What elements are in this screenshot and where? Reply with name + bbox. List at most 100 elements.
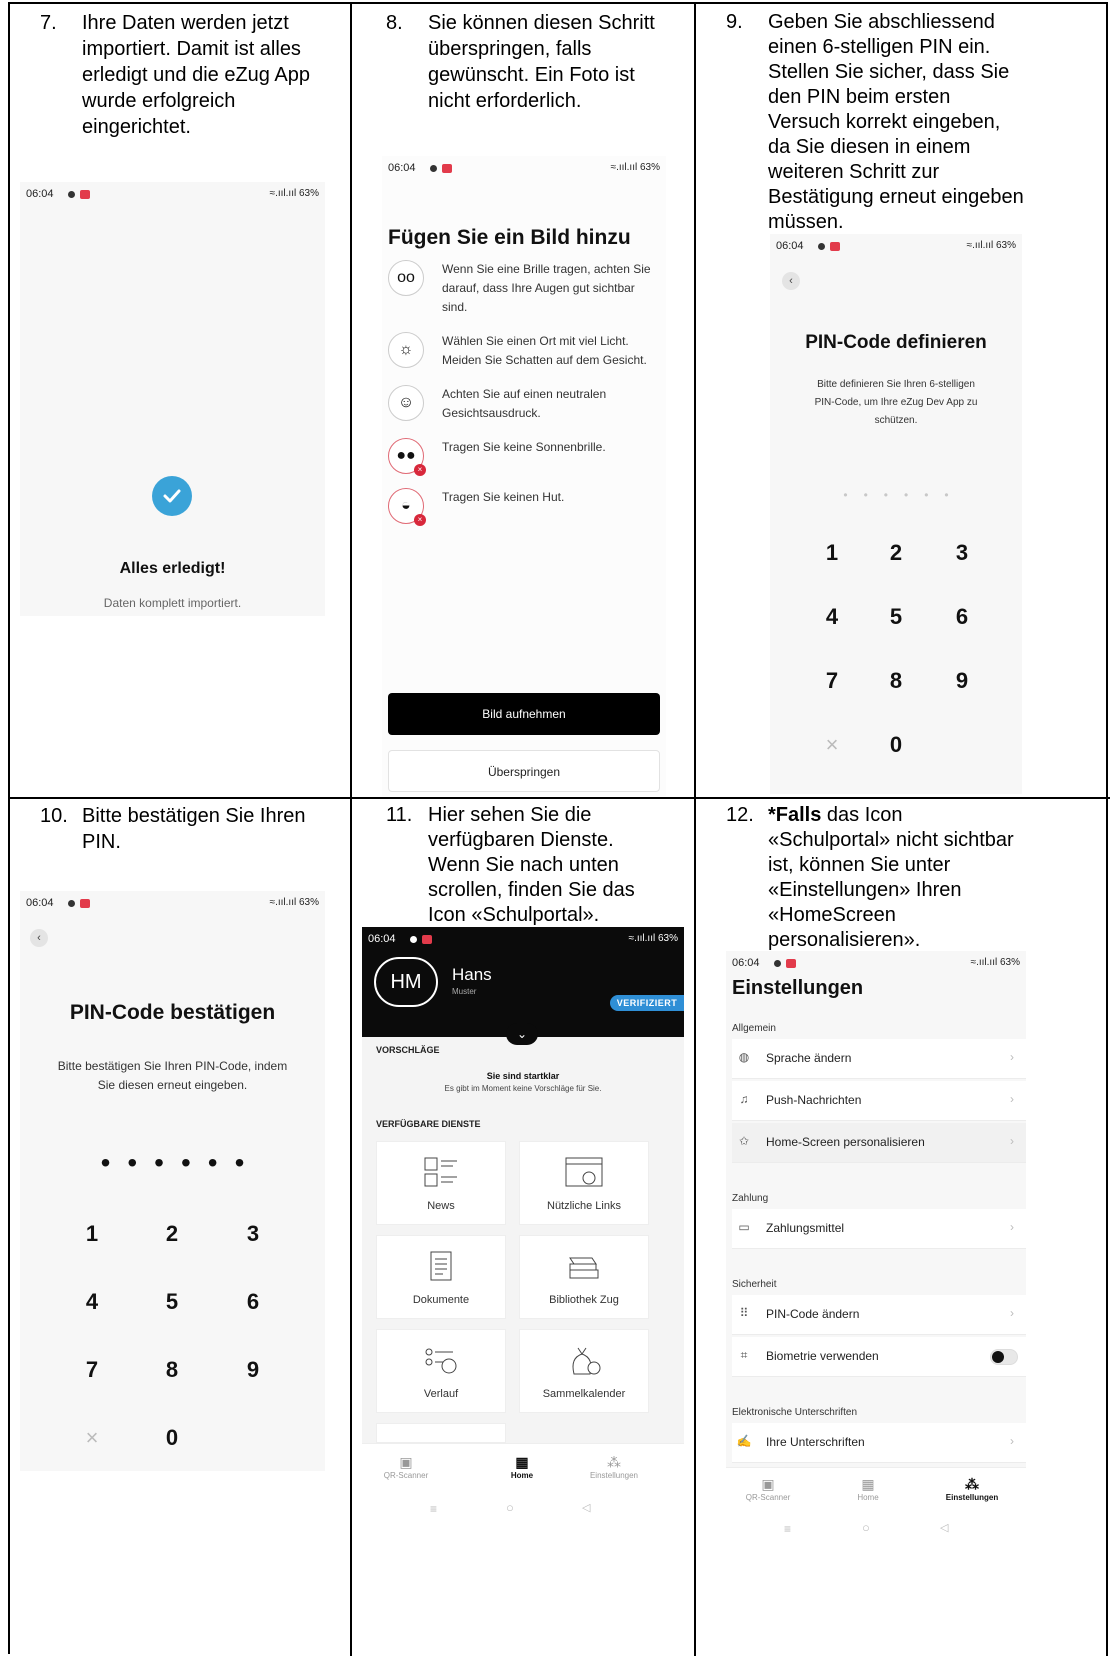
row-language[interactable]: ◍ Sprache ändern › — [732, 1039, 1026, 1079]
signature-icon: ✍ — [736, 1434, 752, 1448]
tab-label: QR-Scanner — [383, 1471, 429, 1480]
section-signatures: Elektronische Unterschriften — [732, 1407, 858, 1418]
link-window-icon — [565, 1157, 603, 1187]
row-push[interactable]: ♫ Push-Nachrichten › — [732, 1081, 1026, 1121]
card-icon: ▭ — [738, 1220, 750, 1234]
row-label: PIN-Code ändern — [766, 1307, 860, 1321]
tip-line: Achten Sie auf einen neutralen — [442, 387, 607, 401]
desc-line: PIN-Code, um Ihre eZug Dev App zu — [814, 397, 978, 408]
face-scan-icon: ⌗ — [740, 1348, 748, 1362]
row-signatures[interactable]: ✍ Ihre Unterschriften › — [732, 1423, 1026, 1463]
service-documents[interactable]: Dokumente — [376, 1235, 506, 1319]
row-home-screen[interactable]: ✩ Home-Screen personalisieren › — [732, 1123, 1026, 1163]
row-payment[interactable]: ▭ Zahlungsmittel › — [732, 1209, 1026, 1249]
phone-screen-confirm-pin: 06:04 ≈.ııl.ııl 63% ‹ PIN-Code bestätige… — [20, 891, 325, 1471]
tab-label: Einstellungen — [945, 1493, 999, 1502]
tab-settings[interactable]: ⁂ Einstellungen — [936, 1476, 1008, 1502]
step-number: 10. — [40, 805, 68, 827]
service-card-partial[interactable] — [376, 1423, 506, 1443]
key-2[interactable]: 2 — [866, 540, 926, 566]
nav-home-icon[interactable]: ○ — [862, 1520, 870, 1535]
key-9[interactable]: 9 — [223, 1357, 283, 1383]
nav-back-icon[interactable]: ◁ — [582, 1501, 590, 1514]
delete-key[interactable]: × — [62, 1425, 122, 1451]
instruction-line: importiert. Damit ist alles — [82, 38, 301, 60]
instruction-line: weiteren Schritt zur — [768, 161, 940, 183]
key-9[interactable]: 9 — [932, 668, 992, 694]
status-time: 06:04 — [776, 240, 804, 252]
key-5[interactable]: 5 — [866, 604, 926, 630]
cell-step-12: 12. *Falls das Icon «Schulportal» nicht … — [696, 799, 1106, 1656]
key-6[interactable]: 6 — [932, 604, 992, 630]
skip-button[interactable]: Überspringen — [388, 750, 660, 792]
nav-menu-icon[interactable]: ≡ — [784, 1522, 791, 1536]
key-6[interactable]: 6 — [223, 1289, 283, 1315]
key-1[interactable]: 1 — [62, 1221, 122, 1247]
key-5[interactable]: 5 — [142, 1289, 202, 1315]
instruction-line: «HomeScreen — [768, 904, 896, 926]
notification-icon — [68, 899, 75, 907]
service-collection-calendar[interactable]: Sammelkalender — [519, 1329, 649, 1413]
garbage-bag-icon — [572, 1347, 601, 1375]
instruction-line: *Falls das Icon — [768, 803, 1098, 828]
key-7[interactable]: 7 — [802, 668, 862, 694]
tip-line: Gesichtsausdruck. — [442, 406, 541, 420]
service-label: Verlauf — [423, 1388, 459, 1400]
phone-screen-define-pin: 06:04 ≈.ııl.ııl 63% ‹ PIN-Code definiere… — [770, 234, 1022, 794]
back-icon[interactable]: ‹ — [30, 929, 48, 947]
desc-line: schützen. — [874, 415, 918, 426]
tab-label: Home — [510, 1471, 534, 1480]
phone-screen-photo: 06:04 ≈.ııl.ııl 63% Fügen Sie ein Bild h… — [382, 156, 666, 796]
key-0[interactable]: 0 — [142, 1425, 202, 1451]
instruction-table: 7. Ihre Daten werden jetzt importiert. D… — [8, 2, 1110, 1656]
service-library[interactable]: Bibliothek Zug — [519, 1235, 649, 1319]
profile-last-name: Muster — [452, 987, 477, 996]
service-useful-links[interactable]: Nützliche Links — [519, 1141, 649, 1225]
instruction-line: «Einstellungen» Ihren — [768, 879, 962, 901]
service-history[interactable]: Verlauf — [376, 1329, 506, 1413]
row-pin[interactable]: ⠿ PIN-Code ändern › — [732, 1295, 1026, 1335]
biometrics-toggle[interactable] — [990, 1349, 1018, 1365]
record-icon — [80, 898, 90, 908]
key-3[interactable]: 3 — [932, 540, 992, 566]
nav-back-icon[interactable]: ◁ — [940, 1521, 948, 1534]
key-3[interactable]: 3 — [223, 1221, 283, 1247]
key-1[interactable]: 1 — [802, 540, 862, 566]
nav-menu-icon[interactable]: ≡ — [430, 1502, 437, 1516]
key-8[interactable]: 8 — [866, 668, 926, 694]
tip-line: sind. — [442, 300, 468, 314]
key-0[interactable]: 0 — [866, 732, 926, 758]
instruction-line: PIN. — [82, 831, 121, 853]
instruction-line: einen 6-stelligen PIN ein. — [768, 36, 991, 58]
notification-icon — [430, 164, 437, 172]
key-8[interactable]: 8 — [142, 1357, 202, 1383]
notification-icon — [68, 190, 75, 198]
hat-icon: ◒ × — [388, 488, 426, 526]
row-label: Sprache ändern — [766, 1051, 852, 1065]
signal-battery: ≈.ııl.ııl 63% — [966, 240, 1016, 251]
status-time: 06:04 — [732, 957, 760, 969]
chevron-down-icon[interactable]: ⌄ — [506, 1023, 538, 1045]
qr-icon: ▣ — [399, 1454, 413, 1470]
step-number: 12. — [726, 804, 754, 826]
key-7[interactable]: 7 — [62, 1357, 122, 1383]
bottom-tab-bar: ▣ QR-Scanner ▦ Home ⁂ Einstellungen ≡ ○ ◁ — [362, 1443, 684, 1541]
service-label: Bibliothek Zug — [549, 1294, 619, 1306]
tab-qr-scanner[interactable]: ▣ QR-Scanner — [376, 1454, 436, 1480]
tab-home[interactable]: ▦ Home — [492, 1454, 552, 1480]
grid-icon: ▦ — [861, 1476, 875, 1492]
key-4[interactable]: 4 — [62, 1289, 122, 1315]
service-news[interactable]: News — [376, 1141, 506, 1225]
tab-qr-scanner[interactable]: ▣ QR-Scanner — [736, 1476, 800, 1502]
back-icon[interactable]: ‹ — [782, 272, 800, 290]
row-label: Zahlungsmittel — [766, 1221, 845, 1235]
cell-step-8: 8. Sie können diesen Schritt überspringe… — [352, 4, 694, 797]
key-4[interactable]: 4 — [802, 604, 862, 630]
key-2[interactable]: 2 — [142, 1221, 202, 1247]
delete-key[interactable]: × — [802, 732, 862, 758]
tab-settings[interactable]: ⁂ Einstellungen — [582, 1454, 646, 1480]
nav-home-icon[interactable]: ○ — [506, 1500, 514, 1515]
notification-icon — [410, 935, 417, 943]
tab-home[interactable]: ▦ Home — [836, 1476, 900, 1502]
take-photo-button[interactable]: Bild aufnehmen — [388, 693, 660, 735]
